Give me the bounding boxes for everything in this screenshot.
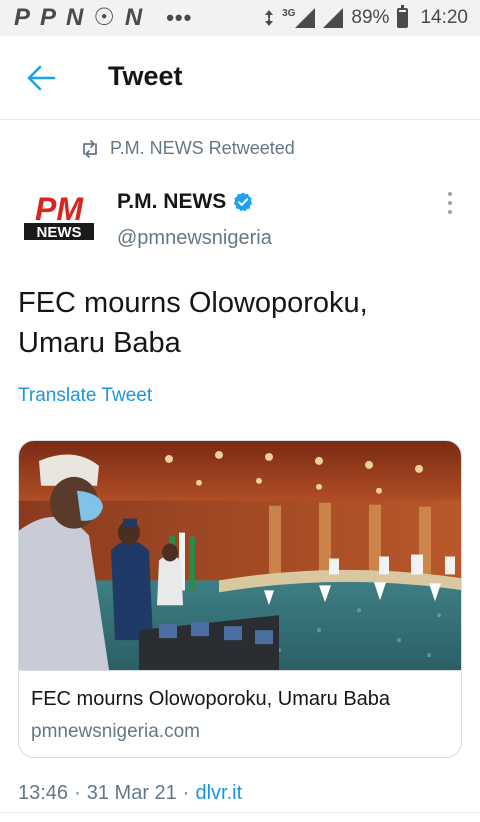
- dot: [448, 201, 452, 205]
- notification-icons: P P N ☉ N •••: [0, 5, 192, 31]
- link-preview-image: [19, 441, 461, 671]
- card-domain: pmnewsnigeria.com: [31, 721, 200, 742]
- avatar-logo-news: NEWS: [37, 224, 82, 241]
- more-notifications-icon: •••: [166, 5, 193, 30]
- more-options-icon[interactable]: [440, 190, 460, 216]
- author-handle[interactable]: @pmnewsnigeria: [117, 227, 272, 250]
- retweet-icon: [83, 139, 97, 158]
- tweet-text: FEC mourns Olowoporoku, Umaru Baba: [18, 287, 368, 359]
- tweet-meta: 13:46 · 31 Mar 21 · dlvr.it: [18, 782, 242, 805]
- tweet-source-link[interactable]: dlvr.it: [195, 782, 242, 805]
- tweet-time: 13:46: [18, 782, 69, 804]
- signal-icon: [295, 8, 316, 28]
- system-indicators: 3G 89% 14:20: [264, 0, 468, 36]
- notification-app-icon: ☉: [93, 4, 115, 31]
- card-title: FEC mourns Olowoporoku, Umaru Baba: [31, 688, 391, 710]
- author-name-row[interactable]: P.M. NEWS: [117, 190, 254, 214]
- retweet-context: P.M. NEWS Retweeted: [80, 138, 295, 159]
- clock: 14:20: [420, 7, 468, 28]
- battery-percent: 89%: [351, 7, 390, 28]
- battery-icon: [397, 5, 409, 28]
- verified-badge-icon: [234, 192, 253, 212]
- avatar-logo-pm: PM: [35, 191, 84, 227]
- notification-p-icon: P: [14, 4, 31, 31]
- page-title: Tweet: [108, 61, 183, 91]
- data-arrows-icon: [265, 10, 274, 26]
- author-name[interactable]: P.M. NEWS: [117, 190, 226, 214]
- notification-n-icon: N: [124, 4, 143, 31]
- notification-p-icon: P: [40, 4, 57, 31]
- meta-separator: ·: [74, 782, 81, 804]
- back-arrow-icon[interactable]: [26, 64, 56, 92]
- meta-separator: ·: [182, 782, 190, 804]
- link-preview-card[interactable]: FEC mourns Olowoporoku, Umaru Baba pmnew…: [18, 440, 462, 758]
- divider: [0, 812, 480, 813]
- status-bar: P P N ☉ N ••• 3G 89% 14:20: [0, 0, 480, 36]
- signal-2-icon: [323, 8, 344, 28]
- translate-tweet-link[interactable]: Translate Tweet: [18, 385, 152, 407]
- author-avatar[interactable]: PM NEWS: [22, 190, 96, 246]
- dot: [448, 210, 452, 214]
- top-app-bar: Tweet: [0, 36, 480, 120]
- dot: [448, 192, 452, 196]
- notification-n-icon: N: [66, 4, 84, 31]
- network-type: 3G: [282, 7, 296, 19]
- tweet-date: 31 Mar 21: [86, 782, 177, 804]
- retweet-label: P.M. NEWS Retweeted: [110, 138, 295, 158]
